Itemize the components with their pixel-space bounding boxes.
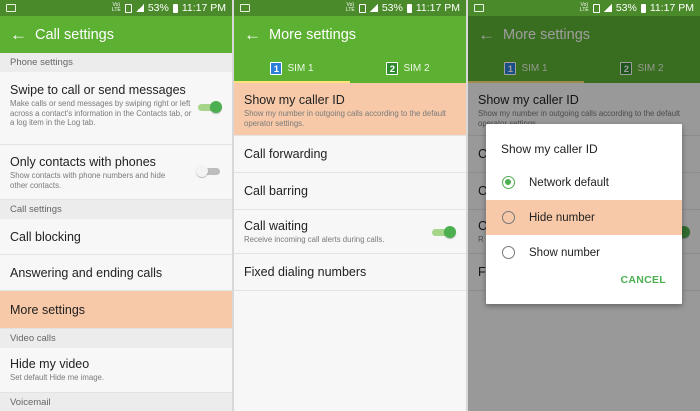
more-settings-screen: Vo) LTE 53% 11:17 PM ← More settings 1 S… <box>234 0 466 411</box>
status-bar: Vo) LTE 53% 11:17 PM <box>0 0 232 16</box>
call-waiting-subtitle: Receive incoming call alerts during call… <box>244 235 385 244</box>
volte-icon: Vo) LTE <box>111 2 121 13</box>
battery-icon <box>640 3 646 13</box>
call-forwarding-label: Call forwarding <box>244 147 328 161</box>
section-video-calls: Video calls <box>0 329 232 348</box>
option-hide-number[interactable]: Hide number <box>486 200 682 235</box>
option-show-number[interactable]: Show number <box>486 235 682 270</box>
only-contacts-row[interactable]: Only contacts with phones Show contacts … <box>0 145 232 200</box>
call-blocking-label: Call blocking <box>10 229 81 244</box>
option-show-number-label: Show number <box>529 246 600 259</box>
cancel-button[interactable]: CANCEL <box>620 274 666 286</box>
hide-video-subtitle: Set default Hide me image. <box>10 373 105 382</box>
caller-id-dialog-screen: Vo) LTE 53% 11:17 PM ← More settings 1 S… <box>468 0 700 411</box>
call-forwarding-row[interactable]: Call forwarding <box>234 136 466 173</box>
caller-id-title: Show my caller ID <box>244 93 345 107</box>
section-call-settings: Call settings <box>0 200 232 219</box>
call-blocking-row[interactable]: Call blocking <box>0 219 232 255</box>
gallery-icon <box>6 4 16 12</box>
vibrate-icon <box>358 3 366 13</box>
battery-percent: 53% <box>615 2 637 14</box>
battery-icon <box>406 3 412 13</box>
signal-icon <box>369 4 378 12</box>
more-settings-label: More settings <box>10 302 86 317</box>
tab-sim-1[interactable]: 1 SIM 1 <box>234 53 350 83</box>
only-contacts-subtitle: Show contacts with phone numbers and hid… <box>10 171 166 190</box>
clock: 11:17 PM <box>649 2 694 14</box>
only-contacts-title: Only contacts with phones <box>10 155 156 169</box>
call-barring-row[interactable]: Call barring <box>234 173 466 210</box>
battery-percent: 53% <box>381 2 403 14</box>
app-bar: ← Call settings <box>0 16 232 53</box>
page-title: More settings <box>269 26 357 43</box>
caller-id-subtitle: Show my number in outgoing calls accordi… <box>244 109 446 128</box>
status-bar: Vo) LTE 53% 11:17 PM <box>468 0 700 16</box>
swipe-to-call-row[interactable]: Swipe to call or send messages Make call… <box>0 72 232 145</box>
vibrate-icon <box>592 3 600 13</box>
clock: 11:17 PM <box>181 2 226 14</box>
signal-icon <box>603 4 612 12</box>
dialog-title: Show my caller ID <box>501 142 598 156</box>
section-voicemail: Voicemail <box>0 393 232 411</box>
swipe-subtitle: Make calls or send messages by swiping r… <box>10 99 192 127</box>
radio-checked-icon[interactable] <box>502 176 515 189</box>
call-settings-screen: Vo) LTE 53% 11:17 PM ← Call settings Pho… <box>0 0 232 411</box>
gallery-icon <box>240 4 250 12</box>
only-contacts-toggle[interactable] <box>196 165 222 177</box>
swipe-toggle[interactable] <box>196 101 222 113</box>
hide-video-title: Hide my video <box>10 357 90 371</box>
tab-sim-2[interactable]: 2 SIM 2 <box>350 53 466 83</box>
sim-1-icon: 1 <box>270 61 283 75</box>
volte-icon: Vo) LTE <box>579 2 589 13</box>
answering-ending-row[interactable]: Answering and ending calls <box>0 255 232 291</box>
vibrate-icon <box>124 3 132 13</box>
sim-tabs: 1 SIM 1 2 SIM 2 <box>234 53 466 83</box>
back-arrow-icon[interactable]: ← <box>244 26 266 43</box>
swipe-title: Swipe to call or send messages <box>10 83 186 97</box>
radio-unchecked-icon[interactable] <box>502 246 515 259</box>
hide-video-row[interactable]: Hide my video Set default Hide me image. <box>0 348 232 393</box>
page-title: Call settings <box>35 26 114 43</box>
tab-sim-2-label: SIM 2 <box>403 62 430 74</box>
option-network-default-label: Network default <box>529 176 609 189</box>
back-arrow-icon[interactable]: ← <box>10 26 32 43</box>
radio-unchecked-icon[interactable] <box>502 211 515 224</box>
section-phone-settings: Phone settings <box>0 53 232 72</box>
gallery-icon <box>474 4 484 12</box>
answering-label: Answering and ending calls <box>10 265 163 280</box>
battery-icon <box>172 3 178 13</box>
tab-sim-1-label: SIM 1 <box>287 62 314 74</box>
caller-id-row[interactable]: Show my caller ID Show my number in outg… <box>234 83 466 136</box>
fixed-dialing-label: Fixed dialing numbers <box>244 265 367 279</box>
fixed-dialing-row[interactable]: Fixed dialing numbers <box>234 254 466 291</box>
caller-id-dialog: Show my caller ID Network default Hide n… <box>486 124 682 304</box>
call-waiting-title: Call waiting <box>244 219 308 233</box>
app-bar: ← More settings <box>234 16 466 53</box>
battery-percent: 53% <box>147 2 169 14</box>
call-barring-label: Call barring <box>244 184 308 198</box>
clock: 11:17 PM <box>415 2 460 14</box>
more-settings-row[interactable]: More settings <box>0 291 232 329</box>
status-bar: Vo) LTE 53% 11:17 PM <box>234 0 466 16</box>
option-network-default[interactable]: Network default <box>486 165 682 200</box>
call-waiting-row[interactable]: Call waiting Receive incoming call alert… <box>234 210 466 254</box>
sim-2-icon: 2 <box>386 61 399 75</box>
call-waiting-toggle[interactable] <box>430 226 456 238</box>
option-hide-number-label: Hide number <box>529 211 595 224</box>
signal-icon <box>135 4 144 12</box>
volte-icon: Vo) LTE <box>345 2 355 13</box>
